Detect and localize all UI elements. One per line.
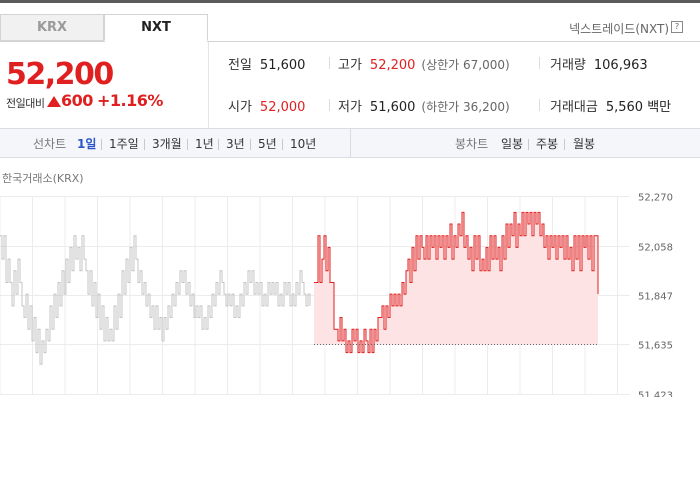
stat-prev-close: 전일 51,600 xyxy=(228,54,305,73)
stat-value: 51,600 xyxy=(369,100,416,115)
stat-label: 거래량 xyxy=(550,58,586,73)
period-5y[interactable]: 5년 xyxy=(258,135,277,152)
help-icon[interactable]: ? xyxy=(671,21,683,33)
period-separator xyxy=(144,139,145,150)
stat-label: 시가 xyxy=(228,100,252,115)
stat-label: 고가 xyxy=(338,58,362,73)
stat-value: 5,560 백만 xyxy=(605,100,672,115)
line-chart-label: 선차트 xyxy=(33,137,67,151)
active-tab-gap xyxy=(105,41,207,42)
candle-weekly[interactable]: 주봉 xyxy=(536,135,558,152)
stat-separator xyxy=(539,99,540,111)
summary-divider xyxy=(208,42,209,128)
up-triangle-icon xyxy=(47,96,61,107)
stat-value: 52,000 xyxy=(259,100,306,115)
period-separator xyxy=(101,139,102,150)
y-tick-label: 51,423 xyxy=(638,391,673,398)
stat-value: 52,200 xyxy=(369,58,416,73)
stat-separator xyxy=(329,99,330,111)
stat-value: 106,963 xyxy=(593,58,648,73)
krx-price-line xyxy=(0,235,311,365)
y-tick-label: 52,058 xyxy=(638,243,673,254)
tab-nxt[interactable]: NXT xyxy=(104,14,208,41)
stat-separator xyxy=(539,57,540,69)
stat-amount: 거래대금 5,560 백만 xyxy=(550,96,671,115)
candle-chart-label: 봉차트 xyxy=(455,137,489,151)
stat-high: 고가 52,200 (상한가 67,000) xyxy=(338,54,510,73)
stat-label: 저가 xyxy=(338,100,362,115)
period-1y[interactable]: 1년 xyxy=(195,135,214,152)
change-value: 600 xyxy=(61,91,93,110)
y-tick-label: 52,270 xyxy=(638,193,673,204)
stat-open: 시가 52,000 xyxy=(228,96,305,115)
exchange-name-label: 넥스트레이드(NXT) xyxy=(569,22,669,36)
stat-label: 거래대금 xyxy=(550,100,598,115)
period-separator xyxy=(282,139,283,150)
stat-value: 51,600 xyxy=(259,58,306,73)
period-10y[interactable]: 10년 xyxy=(290,135,316,152)
period-bar-divider xyxy=(350,129,351,157)
intraday-line-chart: 52,270 52,058 51,847 51,635 51,423 xyxy=(0,193,673,398)
y-tick-label: 51,847 xyxy=(638,292,673,303)
period-3m[interactable]: 3개월 xyxy=(152,135,182,152)
period-1d[interactable]: 1일 xyxy=(77,135,96,152)
stat-separator xyxy=(329,57,330,69)
tab-krx[interactable]: KRX xyxy=(0,14,104,41)
candle-daily[interactable]: 일봉 xyxy=(501,135,523,152)
period-separator xyxy=(187,139,188,150)
period-bar: 선차트 1일 1주일 3개월 1년 3년 5년 10년 봉차트 일봉 주봉 월봉 xyxy=(0,128,700,158)
stat-low: 저가 51,600 (하한가 36,200) xyxy=(338,96,510,115)
period-3y[interactable]: 3년 xyxy=(226,135,245,152)
y-axis-ticks: 52,270 52,058 51,847 51,635 51,423 xyxy=(638,193,673,398)
stat-label: 전일 xyxy=(228,58,252,73)
period-separator xyxy=(564,139,565,150)
change-label: 전일대비 xyxy=(6,97,45,110)
change-percent: +1.16% xyxy=(97,91,163,110)
nxt-area-fill xyxy=(314,212,598,353)
y-tick-label: 51,635 xyxy=(638,341,673,352)
top-border xyxy=(0,0,700,3)
upper-limit: (상한가 67,000) xyxy=(421,58,510,72)
period-separator xyxy=(218,139,219,150)
lower-limit: (하한가 36,200) xyxy=(421,100,510,114)
period-separator xyxy=(528,139,529,150)
candle-monthly[interactable]: 월봉 xyxy=(573,135,595,152)
period-separator xyxy=(250,139,251,150)
price-series xyxy=(0,211,599,365)
stat-volume: 거래량 106,963 xyxy=(550,54,648,73)
current-price: 52,200 xyxy=(6,57,114,92)
period-1w[interactable]: 1주일 xyxy=(109,135,139,152)
